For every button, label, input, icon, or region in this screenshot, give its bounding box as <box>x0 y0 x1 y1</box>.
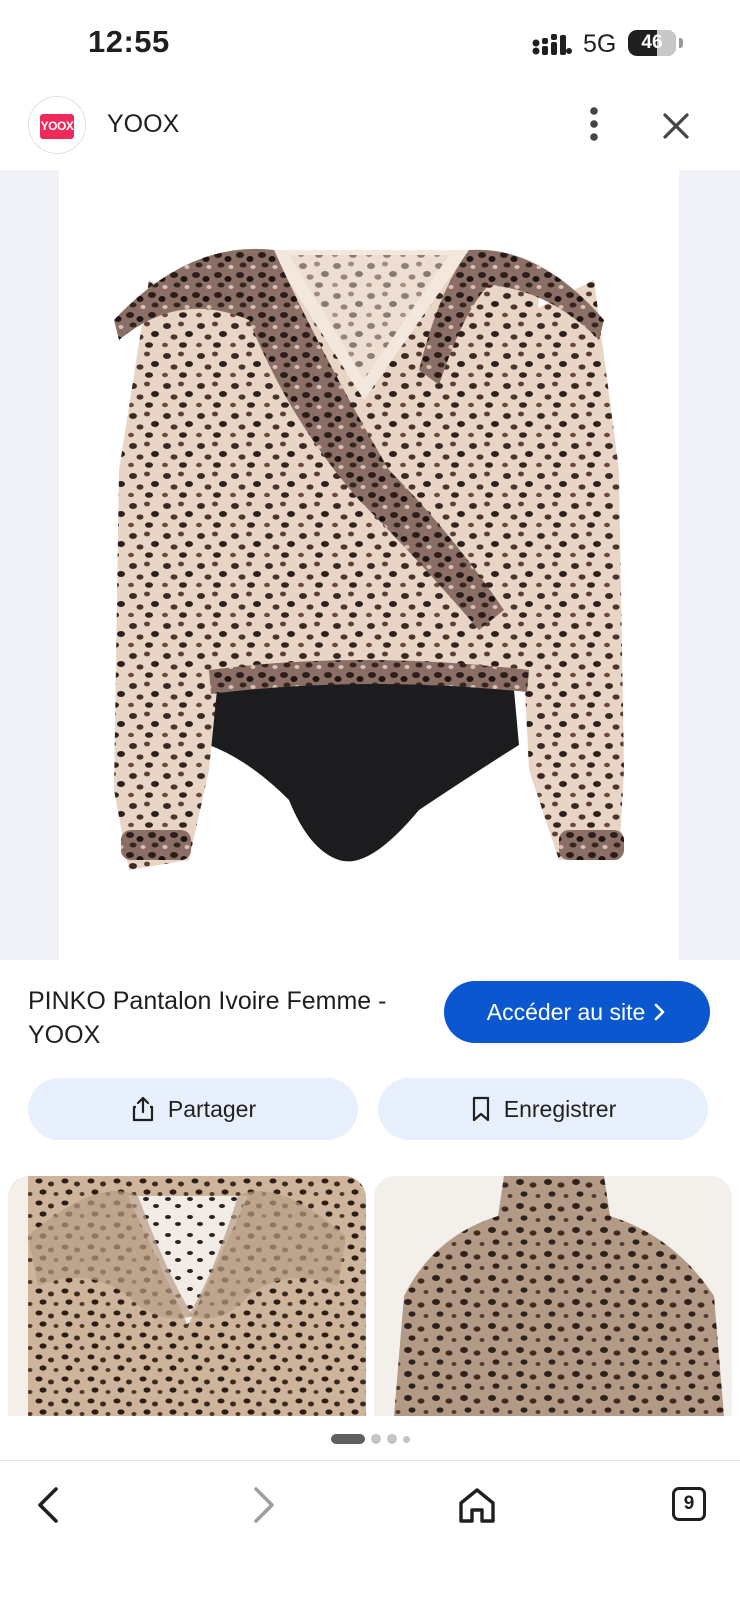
product-image[interactable] <box>59 170 679 960</box>
carousel-dot-active <box>330 1434 365 1444</box>
chevron-right-icon <box>654 1003 665 1021</box>
site-name[interactable]: YOOX <box>107 110 179 139</box>
close-icon[interactable] <box>656 106 696 146</box>
carousel-dot <box>402 1435 410 1443</box>
signal-icon <box>532 34 572 55</box>
bookmark-icon <box>472 1096 489 1122</box>
battery-tip <box>679 38 683 48</box>
share-button[interactable]: Partager <box>28 1078 358 1140</box>
network-type: 5G <box>583 30 617 58</box>
tab-count: 9 <box>672 1487 706 1521</box>
related-image-2[interactable] <box>374 1176 732 1416</box>
related-image-1[interactable] <box>8 1176 366 1416</box>
image-viewer[interactable] <box>0 170 740 960</box>
save-label: Enregistrer <box>503 1095 617 1122</box>
save-button[interactable]: Enregistrer <box>378 1078 708 1140</box>
share-label: Partager <box>167 1095 257 1122</box>
status-time: 12:55 <box>88 24 170 59</box>
share-icon <box>132 1096 153 1122</box>
carousel-indicator <box>0 1432 740 1446</box>
more-options-icon[interactable] <box>576 104 612 144</box>
yoox-logo: YOOX <box>40 114 74 139</box>
product-title[interactable]: PINKO Pantalon Ivoire Femme - YOOX <box>28 984 418 1052</box>
battery-level: 46 <box>641 32 663 53</box>
viewer-header: YOOX YOOX <box>0 88 740 170</box>
tabs-button[interactable]: 9 <box>668 1483 712 1527</box>
browser-nav-bar: 9 <box>0 1460 740 1580</box>
status-bar: 12:55 5G 46 <box>0 0 740 88</box>
battery-icon: 46 <box>628 30 676 56</box>
back-icon[interactable] <box>28 1483 72 1527</box>
carousel-dot <box>386 1434 397 1444</box>
site-favicon[interactable]: YOOX <box>28 96 86 154</box>
carousel-dot <box>370 1434 381 1444</box>
visit-site-button[interactable]: Accéder au site <box>444 981 710 1043</box>
forward-icon[interactable] <box>240 1483 284 1527</box>
home-icon[interactable] <box>455 1483 499 1527</box>
visit-site-label: Accéder au site <box>486 998 646 1025</box>
